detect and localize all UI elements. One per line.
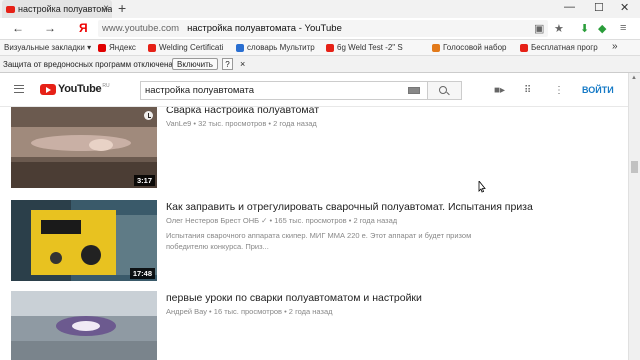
video-description: Испытания сварочного аппарата скипер. МИ… [166,231,472,251]
bookmark-item[interactable]: Welding Certificati [148,43,223,52]
scroll-up-icon[interactable]: ▲ [631,75,637,81]
video-duration: 3:17 [133,175,155,186]
bookmark-item[interactable]: Бесплатная прогр [520,43,598,52]
tab-title: настройка полуавтомата [18,4,112,14]
close-window-button[interactable]: ✕ [620,1,629,14]
video-meta: Олег Нестеров Брест ОНБ ✓ • 165 тыс. про… [166,216,398,225]
search-icon [439,86,447,94]
bookmark-favicon-icon [236,43,244,52]
upload-video-icon[interactable]: ■▸ [494,85,505,96]
url-host: www.youtube.com [102,23,180,34]
bookmark-item[interactable]: Яндекс [98,43,136,52]
video-meta: VanLe9 • 32 тыс. просмотров • 2 года наз… [166,119,317,128]
youtube-logo[interactable]: YouTube RU [40,83,110,95]
help-icon[interactable]: ? [222,58,233,70]
extension-icon[interactable]: ◆ [598,22,606,35]
star-icon[interactable]: ★ [554,22,564,35]
address-field[interactable]: www.youtube.com настройка полуавтомата -… [98,20,548,37]
bookmark-item[interactable]: Визуальные закладки ▾ [4,43,91,52]
forward-button[interactable]: → [44,21,56,35]
minimize-button[interactable]: — [564,1,575,13]
bookmark-item[interactable]: словарь Мультитр [236,43,315,52]
bookmark-favicon-icon [520,43,528,52]
bookmark-label: 6g Weld Test -2" S [337,43,403,52]
youtube-play-icon [40,83,56,95]
more-options-icon[interactable]: ⋮ [554,85,564,96]
bookmark-label: Бесплатная прогр [531,43,598,52]
video-thumbnail[interactable]: 17:48 [11,200,157,281]
watch-later-icon[interactable] [144,111,153,120]
page-icon[interactable]: ▣ [534,22,544,35]
signin-button[interactable]: ВОЙТИ [582,85,614,95]
bookmark-favicon-icon [432,43,440,52]
back-button[interactable]: ← [12,21,24,35]
url-page-title: настройка полуавтомата - YouTube [187,23,342,34]
bookmarks-more-icon[interactable]: » [612,41,618,52]
bookmark-favicon-icon [98,43,106,52]
keyboard-icon[interactable] [408,87,420,94]
infobar-close-icon[interactable]: × [240,59,245,69]
bookmark-label: Welding Certificati [159,43,224,52]
tab-bar: настройка полуавтомата × + — ☐ ✕ [0,0,640,18]
download-icon[interactable]: ⬇ [580,22,589,35]
mouse-cursor-icon [478,181,486,193]
bookmark-label: словарь Мультитр [247,43,315,52]
logo-region: RU [102,83,110,89]
menu-icon[interactable]: ≡ [620,22,626,34]
apps-grid-icon[interactable]: ⠿ [524,85,531,96]
video-duration: 17:48 [129,268,155,279]
page-scrollbar[interactable]: ▲ [628,73,640,360]
hamburger-menu-icon[interactable] [14,85,24,93]
scrollbar-thumb[interactable] [631,161,638,173]
maximize-button[interactable]: ☐ [594,1,604,14]
video-title[interactable]: Как заправить и отрегулировать сварочный… [166,200,606,214]
bookmark-label: Визуальные закладки ▾ [4,43,92,52]
bookmark-item[interactable]: Голосовой набор [432,43,506,52]
bookmark-favicon-icon [326,43,334,52]
search-button[interactable] [428,81,462,100]
logo-text: YouTube [58,83,102,95]
video-thumbnail[interactable]: 3:17 [11,107,157,188]
bookmark-favicon-icon [148,43,156,52]
search-results: 3:17 Сварка настройка полуавтомат VanLe9… [0,107,628,360]
enable-protection-button[interactable]: Включить [172,58,218,70]
tab-close-icon[interactable]: × [103,3,109,14]
bookmark-label: Голосовой набор [443,43,507,52]
bookmarks-bar: » Визуальные закладки ▾ Яндекс Welding Cer… [0,40,640,56]
video-title[interactable]: первые уроки по сварки полуавтоматом и н… [166,291,606,305]
bookmark-label: Яндекс [109,43,136,52]
thumbnail-image [11,291,157,360]
protection-infobar: Защита от вредоносных программ отключена… [0,56,640,73]
video-thumbnail[interactable] [11,291,157,360]
youtube-favicon-icon [6,5,15,13]
video-title[interactable]: Сварка настройка полуавтомат [166,107,606,117]
youtube-header: YouTube RU настройка полуавтомата ■▸ ⠿ ⋮… [0,73,628,107]
search-input[interactable]: настройка полуавтомата [140,81,428,100]
bookmark-item[interactable]: 6g Weld Test -2" S [326,43,403,52]
video-meta: Андрей Вау • 16 тыс. просмотров • 2 года… [166,307,333,316]
browser-tab[interactable]: настройка полуавтомата × [2,0,112,18]
new-tab-button[interactable]: + [118,0,126,17]
infobar-message: Защита от вредоносных программ отключена [3,60,173,69]
address-bar-row: ← → Я www.youtube.com настройка полуавто… [0,18,640,40]
yandex-button[interactable]: Я [79,21,88,35]
